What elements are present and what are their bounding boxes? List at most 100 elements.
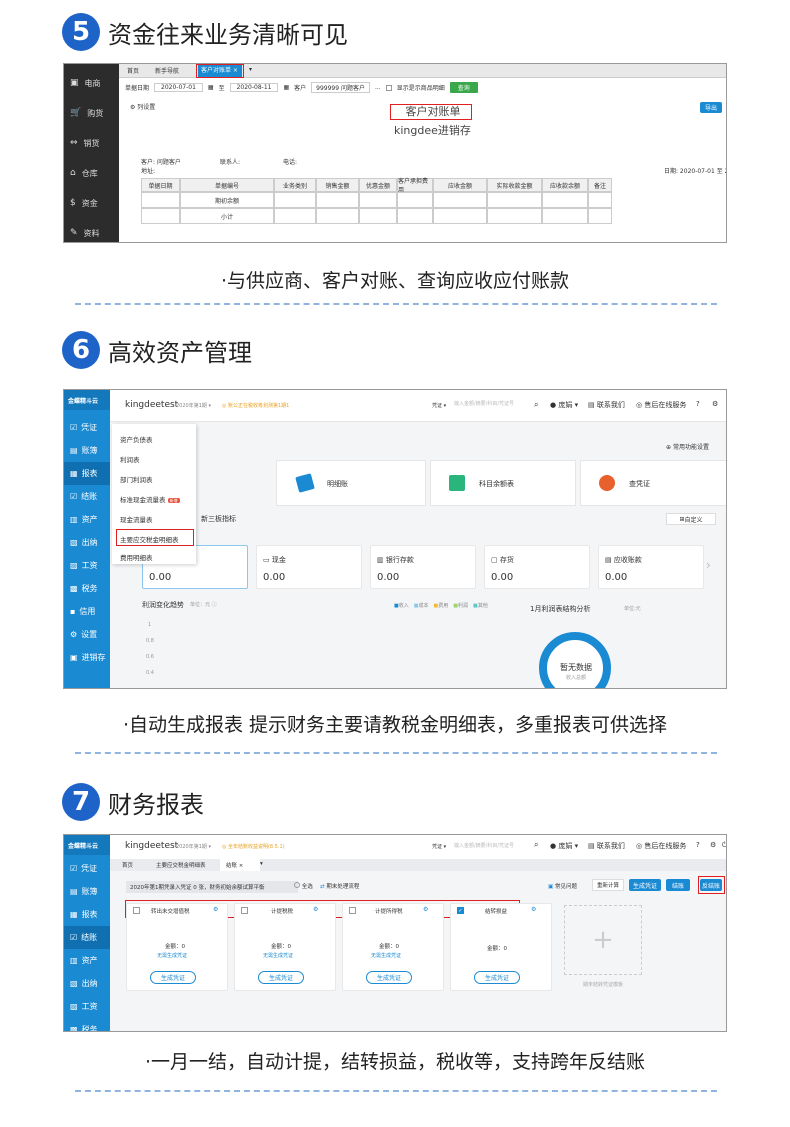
sidebar-item[interactable]: ☑ 凭证 [64,857,110,880]
calendar-icon[interactable]: ▦ [208,84,214,91]
more-button[interactable]: ... [375,84,381,91]
gear-icon[interactable]: ⚙ [531,906,536,913]
generate-voucher-button[interactable]: 生成凭证 [474,971,520,984]
gear-icon[interactable]: ⚙ [213,906,218,913]
notice-link[interactable]: ◎ 全年结账收益说明(8.5.1) [222,843,285,850]
calendar-icon[interactable]: ▦ [283,84,289,91]
voucher-select[interactable]: 凭证 ▾ [432,402,446,409]
date-from-input[interactable]: 2020-07-01 [154,83,203,92]
card-checkbox[interactable] [133,907,140,914]
sidebar-item[interactable]: ▧ 出纳 [64,972,110,995]
user-menu[interactable]: ● 庞娟 ▾ [550,400,578,410]
sidebar-item[interactable]: ▤ 账簿 [64,439,110,462]
sidebar-item[interactable]: ▤ 账簿 [64,880,110,903]
common-functions-link[interactable]: ⊕ 常用功能设置 [666,442,709,451]
period-flow-link[interactable]: ⇄ 期末处理流程 [320,882,359,890]
sidebar-item[interactable]: ⇔ 销货 [64,128,119,158]
card-checkbox-checked[interactable]: ✓ [457,907,464,914]
menu-item-expense-detail[interactable]: 费用明细表 [120,552,153,562]
tab-home[interactable]: 首页 [127,66,139,75]
menu-item-income-statement[interactable]: 利润表 [120,454,140,464]
add-template-button[interactable]: + [564,905,642,975]
tab-tax-detail[interactable]: 主要应交税金明细表 [156,861,206,869]
sidebar-item[interactable]: ☑ 凭证 [64,416,110,439]
tab-new-third-board[interactable]: 新三板指标 [201,514,236,524]
date-to-input[interactable]: 2020-08-11 [229,83,279,92]
sidebar-item[interactable]: ▩ 税务 [64,577,110,600]
shortcut-account-balance[interactable]: 科目余额表 [430,460,576,506]
card-checkbox[interactable] [241,907,248,914]
generate-voucher-button[interactable]: 生成凭证 [366,971,412,984]
sidebar-item[interactable]: ⚙ 设置 [64,623,110,646]
generate-voucher-button[interactable]: 生成凭证 [150,971,196,984]
query-button[interactable]: 查询 [449,82,478,93]
menu-item-cash-flow[interactable]: 现金流量表 [120,514,153,524]
search-icon[interactable]: ⌕ [534,840,538,850]
gear-icon[interactable]: ⚙ [313,906,318,913]
sidebar-item[interactable]: ▩ 税务 [64,1018,110,1031]
shortcut-query-voucher[interactable]: 查凭证 [580,460,726,506]
sidebar-item[interactable]: ✎ 资料 [64,218,119,242]
card-checkbox[interactable] [349,907,356,914]
menu-item-dept-profit[interactable]: 部门利润表 [120,474,153,484]
stat-card-bank[interactable]: ▥ 银行存款 0.00 [370,545,476,589]
recalculate-button[interactable]: 重新计算 [592,879,624,891]
sidebar-item[interactable]: ▣ 电商 [64,68,119,98]
sidebar-item[interactable]: ▦ 报表 [64,903,110,926]
sidebar-item[interactable]: ▨ 工资 [64,554,110,577]
checkbox[interactable] [385,84,392,91]
menu-item-balance-sheet[interactable]: 资产负债表 [120,434,153,444]
power-icon[interactable]: ⏻ [722,841,726,850]
column-settings[interactable]: ⚙ 列设置 [130,102,155,111]
sidebar-item[interactable]: ▨ 工资 [64,995,110,1018]
tab-home[interactable]: 首页 [122,861,133,869]
service-link[interactable]: ◎ 售后在线服务 [636,841,686,851]
customize-button[interactable]: ⊞ 自定义 [666,513,716,525]
customer-input[interactable]: 999999 问题客户 [311,82,370,93]
user-menu[interactable]: ● 庞娟 ▾ [550,841,578,851]
period-select[interactable]: 2020年第1期 ▾ [176,402,211,409]
contact-link[interactable]: ▤ 联系我们 [588,400,625,410]
help-icon[interactable]: ? [696,841,700,849]
generate-voucher-button[interactable]: 生成凭证 [258,971,304,984]
search-icon[interactable]: ⌕ [534,400,538,410]
sidebar-item[interactable]: ⌂ 仓库 [64,158,119,188]
gear-icon[interactable]: ⚙ [423,906,428,913]
menu-item-cash-flow-std[interactable]: 标准现金流量表 新增 [120,494,180,504]
generate-voucher-button[interactable]: 生成凭证 [629,879,661,891]
select-all[interactable]: 全选 [294,882,313,890]
sidebar-item[interactable]: ▥ 资产 [64,949,110,972]
chevron-down-icon[interactable]: ▾ [260,861,263,867]
sidebar-item-active[interactable]: ▦ 报表 [64,462,110,485]
gear-icon[interactable]: ⚙ [712,400,718,408]
tab-closing[interactable]: 结账 × [220,859,260,871]
sidebar-item[interactable]: $ 资金 [64,188,119,218]
sidebar-item[interactable]: ▣ 进销存 [64,646,110,669]
export-button[interactable]: 导出 [700,102,722,113]
faq-link[interactable]: ▣ 常见问题 [548,882,577,890]
contact-label: 联系我们 [596,842,625,850]
sidebar-item[interactable]: ▧ 出纳 [64,531,110,554]
voucher-select[interactable]: 凭证 ▾ [432,843,446,850]
help-icon[interactable]: ? [696,400,700,408]
sidebar-item[interactable]: 🛒 购货 [64,98,119,128]
close-button[interactable]: 结账 [666,879,690,891]
stat-card-cash[interactable]: ▭ 现金 0.00 [256,545,362,589]
sidebar-item[interactable]: ▪ 信用 [64,600,110,623]
sidebar-item[interactable]: ▥ 资产 [64,508,110,531]
chevron-down-icon[interactable]: ▾ [249,66,252,73]
shortcut-detail-ledger[interactable]: 明细账 [276,460,426,506]
search-input[interactable]: 输入金额/摘要/科目/凭证号 [454,842,536,849]
service-link[interactable]: ◎ 售后在线服务 [636,400,686,410]
sidebar-item[interactable]: ☑ 结账 [64,485,110,508]
gear-icon[interactable]: ⚙ [710,841,716,849]
period-select[interactable]: 2020年第1期 ▾ [176,843,211,850]
stat-card-receivable[interactable]: ▤ 应收账款 0.00 [598,545,704,589]
search-input[interactable]: 输入金额/摘要/科目/凭证号 [454,400,539,410]
stat-card-inventory[interactable]: ▢ 存货 0.00 [484,545,590,589]
tab-guide[interactable]: 新手导航 [155,66,179,75]
notice-link[interactable]: ◎ 账公正在税收筹划测第1期1 [222,402,289,409]
sidebar-item-active[interactable]: ☑ 结账 [64,926,110,949]
chevron-right-icon[interactable]: › [706,558,711,572]
contact-link[interactable]: ▤ 联系我们 [588,841,625,851]
